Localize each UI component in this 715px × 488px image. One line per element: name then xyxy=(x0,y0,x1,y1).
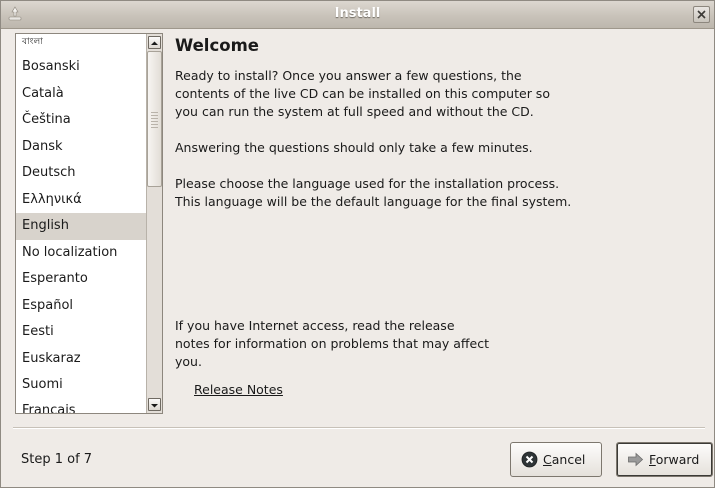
cancel-label: Cancel xyxy=(543,452,585,467)
language-item[interactable]: Suomi xyxy=(16,372,146,399)
language-item[interactable]: English xyxy=(16,213,146,240)
language-item[interactable]: Français xyxy=(16,399,146,414)
choose-line: Please choose the language used for the … xyxy=(175,176,560,191)
language-item[interactable]: বাংলা xyxy=(16,34,146,54)
language-item[interactable]: Eesti xyxy=(16,319,146,346)
scroll-up-button[interactable] xyxy=(148,36,161,49)
release-line: you. xyxy=(175,354,202,369)
choose-line: This language will be the default langua… xyxy=(175,194,572,209)
language-list-scrollbar[interactable] xyxy=(146,34,162,413)
answering-text: Answering the questions should only take… xyxy=(175,140,533,155)
scrollbar-grip xyxy=(151,112,158,128)
release-line: notes for information on problems that m… xyxy=(175,336,489,351)
language-item[interactable]: Español xyxy=(16,293,146,320)
intro-text: Ready to install? Once you answer a few … xyxy=(175,67,705,121)
language-list[interactable]: বাংলা Bosanski Català Čeština Dansk Deutsch Ελ… xyxy=(15,33,163,414)
intro-line: Ready to install? Once you answer a few … xyxy=(175,68,522,83)
arrow-right-icon xyxy=(628,452,644,467)
close-icon xyxy=(697,10,706,19)
step-indicator: Step 1 of 7 xyxy=(21,452,93,467)
intro-line: you can run the system at full speed and… xyxy=(175,104,534,119)
language-item[interactable]: Euskaraz xyxy=(16,346,146,373)
title-bar[interactable]: Install xyxy=(1,1,714,29)
release-notes-text: If you have Internet access, read the re… xyxy=(175,317,535,371)
language-item[interactable]: Català xyxy=(16,81,146,108)
footer-separator xyxy=(13,427,705,429)
cancel-mnemonic: C xyxy=(543,452,552,467)
scrollbar-thumb[interactable] xyxy=(147,51,162,187)
forward-mnemonic: F xyxy=(649,452,656,467)
forward-label-rest: orward xyxy=(655,452,700,467)
choose-language-text: Please choose the language used for the … xyxy=(175,175,705,211)
release-line: If you have Internet access, read the re… xyxy=(175,318,455,333)
language-item[interactable]: Esperanto xyxy=(16,266,146,293)
language-item[interactable]: No localization xyxy=(16,240,146,267)
language-item[interactable]: Bosanski xyxy=(16,54,146,81)
cancel-button[interactable]: Cancel xyxy=(510,442,602,477)
welcome-content: Welcome Ready to install? Once you answe… xyxy=(175,33,705,397)
language-item[interactable]: Dansk xyxy=(16,134,146,161)
forward-label: Forward xyxy=(649,452,699,467)
language-item[interactable]: Ελληνικά xyxy=(16,187,146,214)
window-title: Install xyxy=(334,6,381,21)
arrow-up-icon xyxy=(151,41,158,45)
release-notes-link[interactable]: Release Notes xyxy=(194,382,283,397)
installer-window: Install বাংলা Bosanski Català Čeština Dansk D… xyxy=(0,0,715,488)
language-item[interactable]: Čeština xyxy=(16,107,146,134)
forward-button[interactable]: Forward xyxy=(616,442,713,477)
arrow-down-icon xyxy=(151,404,158,408)
cancel-label-rest: ancel xyxy=(551,452,586,467)
close-button[interactable] xyxy=(693,6,710,23)
scroll-down-button[interactable] xyxy=(148,398,161,411)
page-title: Welcome xyxy=(175,36,259,55)
cancel-icon xyxy=(521,451,538,468)
language-item[interactable]: Deutsch xyxy=(16,160,146,187)
language-list-items: বাংলা Bosanski Català Čeština Dansk Deutsch Ελ… xyxy=(16,34,146,414)
intro-line: contents of the live CD can be installed… xyxy=(175,86,550,101)
